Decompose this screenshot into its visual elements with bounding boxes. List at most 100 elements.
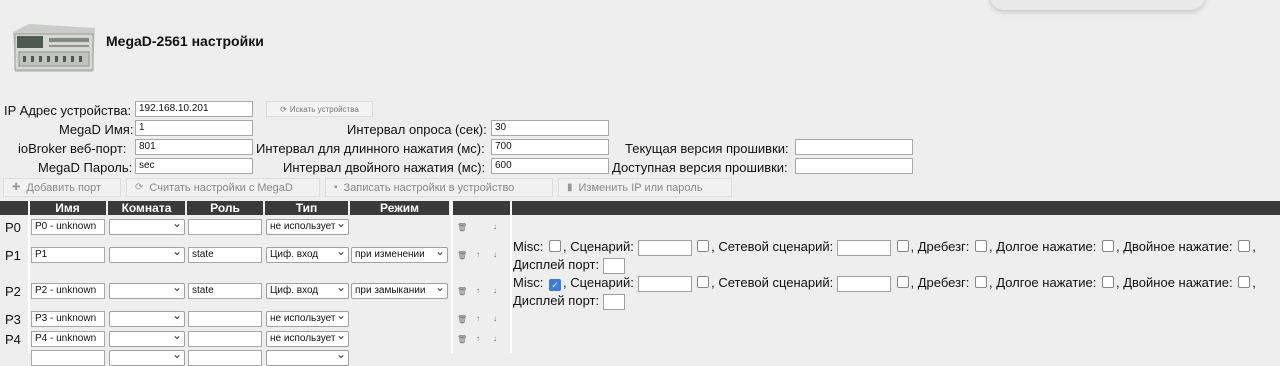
scenario-input[interactable] [637, 239, 692, 256]
arrow-down-icon[interactable]: ↓ [493, 314, 497, 323]
room-select[interactable] [109, 331, 185, 347]
port-name-input[interactable]: P4 - unknown [31, 331, 105, 347]
long-press-interval-label: Интервал для длинного нажатия (мс): [256, 141, 485, 156]
misc-checkbox[interactable]: ✓ [548, 279, 561, 291]
scenario-input[interactable] [637, 275, 692, 292]
role-input[interactable] [188, 219, 262, 235]
device-image [9, 20, 97, 76]
port-label-p0: P0 [5, 220, 21, 235]
port-input[interactable]: 801 [135, 139, 253, 155]
arrow-down-icon[interactable]: ↓ [493, 334, 497, 343]
double-press-interval-label: Интервал двойного нажатия (мс): [283, 160, 486, 175]
fw-current-label: Текущая версия прошивки: [625, 141, 789, 156]
change-ip-button[interactable]: ▮ Изменить IP или пароль [558, 178, 732, 197]
arrow-up-icon[interactable]: ↑ [476, 334, 480, 343]
display-port-input[interactable] [602, 293, 625, 310]
write-settings-label: Записать настройки в устройство [343, 181, 515, 194]
role-input[interactable]: state [188, 283, 262, 299]
port-label-p1: P1 [5, 248, 21, 263]
page-title: MegaD-2561 настройки [106, 33, 264, 49]
trash-icon[interactable]: 🗑 [457, 251, 467, 260]
net-scenario-checkbox[interactable] [896, 240, 909, 252]
column-divider [28, 201, 30, 353]
double-press-checkbox[interactable] [1238, 240, 1251, 252]
room-select[interactable] [109, 311, 185, 327]
poll-label: Интервал опроса (сек): [347, 122, 487, 137]
fw-available-input[interactable] [795, 158, 913, 174]
net-scenario-input[interactable] [836, 239, 891, 256]
mode-select[interactable]: при замыкании [351, 283, 448, 299]
scenario-checkbox[interactable] [697, 276, 710, 288]
save-icon: ▪ [334, 182, 338, 193]
add-port-button[interactable]: ✚ Добавить порт [3, 178, 121, 197]
misc-checkbox[interactable] [548, 240, 561, 252]
type-select[interactable]: Циф. вход [266, 283, 349, 299]
role-input[interactable] [188, 350, 262, 366]
room-select[interactable] [109, 283, 185, 299]
long-press-label: , Долгое нажатие: [989, 239, 1097, 254]
trash-icon[interactable]: 🗑 [457, 287, 467, 296]
name-input[interactable]: 1 [135, 120, 253, 136]
misc-options-p1: Misc: , Сценарий: , Сетевой сценарий: , … [513, 239, 1256, 256]
misc-label: Misc: [513, 239, 544, 254]
role-input[interactable]: state [188, 247, 262, 263]
trash-icon[interactable]: 🗑 [457, 223, 467, 232]
header-role: Роль [187, 201, 265, 215]
arrow-up-icon[interactable]: ↑ [476, 286, 480, 295]
port-name-input[interactable]: P0 - unknown [31, 219, 105, 235]
net-scenario-input[interactable] [836, 275, 891, 292]
arrow-up-icon[interactable]: ↑ [476, 250, 480, 259]
arrow-down-icon[interactable]: ↓ [493, 250, 497, 259]
double-press-label: , Двойное нажатие: [1116, 275, 1233, 290]
port-name-input[interactable]: P2 - unknown [31, 283, 105, 299]
port-name-input[interactable]: P1 [31, 247, 105, 263]
room-select[interactable] [109, 247, 185, 263]
debounce-checkbox[interactable] [975, 240, 988, 252]
port-name-input[interactable]: P3 - unknown [31, 311, 105, 327]
debounce-label: , Дребезг: [910, 239, 970, 254]
scenario-checkbox[interactable] [697, 240, 710, 252]
search-devices-label: Искать устройства [289, 104, 359, 114]
role-input[interactable] [188, 311, 262, 327]
arrow-down-icon[interactable]: ↓ [493, 286, 497, 295]
fw-current-input[interactable] [795, 139, 913, 155]
double-press-checkbox[interactable] [1238, 276, 1251, 288]
search-devices-button[interactable]: ⟳ Искать устройства [266, 101, 373, 117]
display-port-label: Дисплей порт: [513, 293, 600, 308]
port-label-p3: P3 [5, 312, 21, 327]
type-select[interactable]: не использует [266, 311, 349, 327]
arrow-up-icon[interactable]: ↑ [476, 314, 480, 323]
display-port-input[interactable] [602, 257, 625, 274]
ip-input[interactable]: 192.168.10.201 [135, 101, 253, 117]
header-name: Имя [29, 201, 108, 215]
net-scenario-checkbox[interactable] [896, 276, 909, 288]
header-room: Комната [108, 201, 187, 215]
room-select[interactable] [109, 350, 185, 366]
double-press-interval-input[interactable]: 600 [491, 158, 609, 174]
write-settings-button[interactable]: ▪ Записать настройки в устройство [325, 178, 553, 197]
type-select[interactable]: не использует [266, 219, 349, 235]
mode-select[interactable]: при изменении [351, 247, 448, 263]
long-press-interval-input[interactable]: 700 [491, 139, 609, 155]
fw-available-label: Доступная версия прошивки: [612, 160, 788, 175]
password-input[interactable]: sec [135, 158, 253, 174]
port-name-input[interactable] [31, 350, 105, 366]
type-select[interactable]: не использует [266, 331, 349, 347]
port-label: ioBroker веб-порт: [18, 141, 127, 156]
edit-icon: ▮ [567, 182, 573, 193]
long-press-label: , Долгое нажатие: [989, 275, 1097, 290]
type-select[interactable] [266, 350, 349, 366]
debounce-checkbox[interactable] [975, 276, 988, 288]
trash-icon[interactable]: 🗑 [457, 315, 467, 324]
room-select[interactable] [109, 219, 185, 235]
long-press-checkbox[interactable] [1102, 240, 1115, 252]
trash-icon[interactable]: 🗑 [457, 335, 467, 344]
read-settings-button[interactable]: ⟳ Считать настройки с MegaD [126, 178, 320, 197]
role-input[interactable] [188, 331, 262, 347]
misc-label: Misc: [513, 275, 544, 290]
header-mode: Режим [350, 201, 451, 215]
arrow-down-icon[interactable]: ↓ [493, 222, 497, 231]
type-select[interactable]: Циф. вход [266, 247, 349, 263]
long-press-checkbox[interactable] [1102, 276, 1115, 288]
poll-input[interactable]: 30 [491, 120, 609, 136]
